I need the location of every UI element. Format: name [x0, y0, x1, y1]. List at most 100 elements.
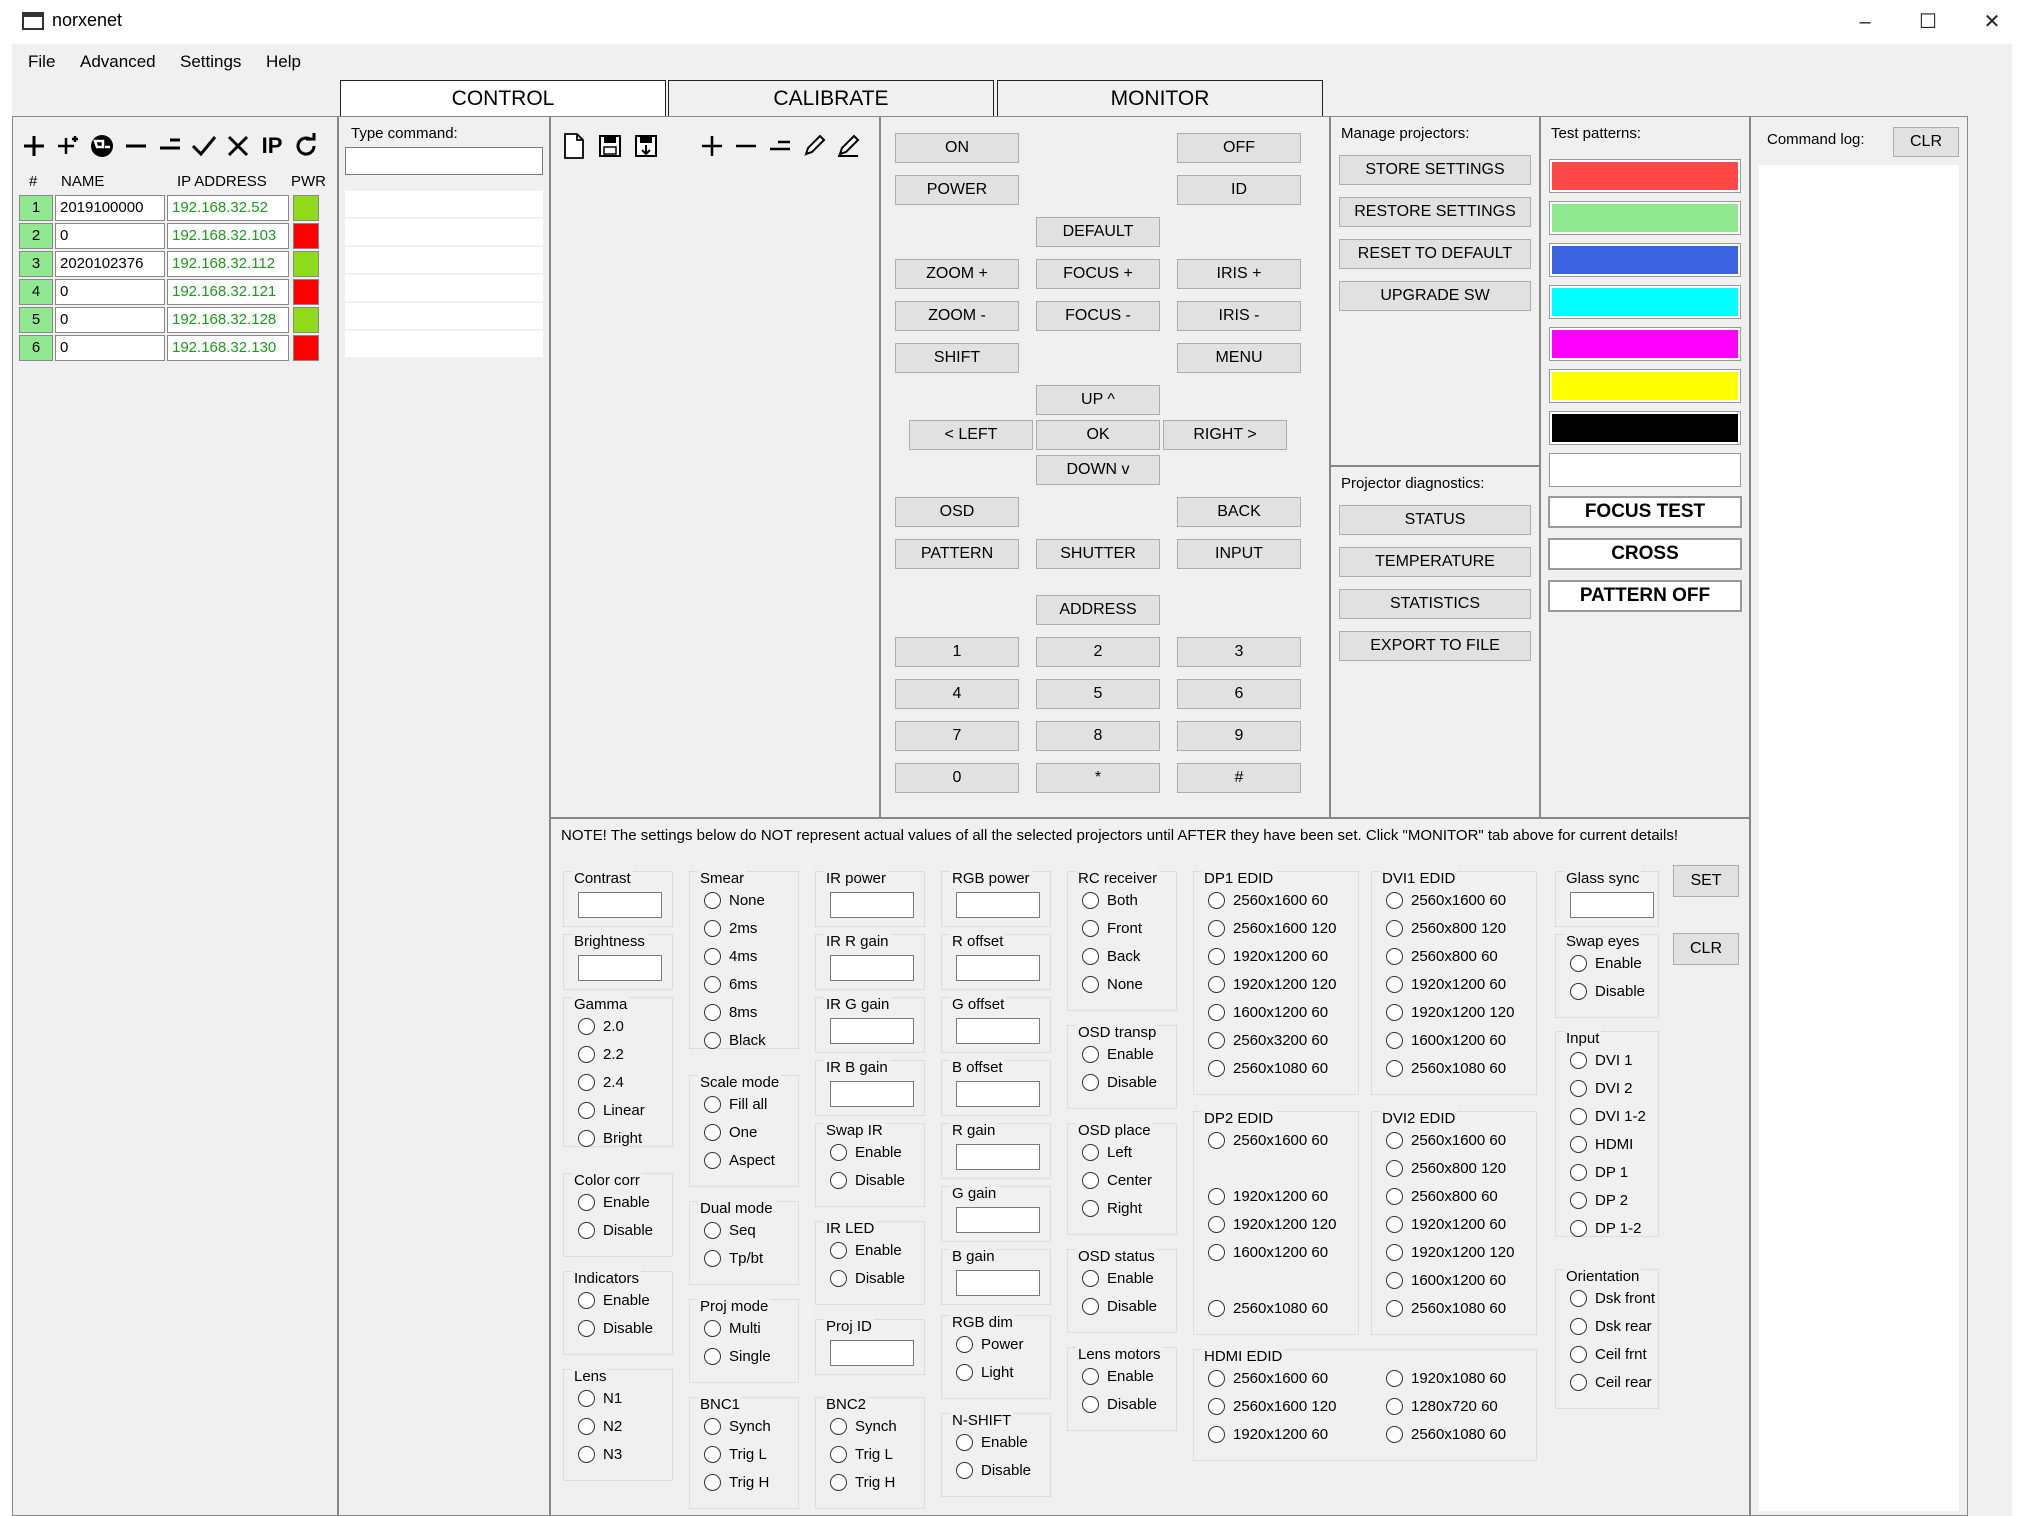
osd-transp-option[interactable]: Enable — [1082, 1046, 1154, 1063]
input-option[interactable]: DP 1 — [1570, 1164, 1628, 1181]
remove-icon[interactable] — [121, 131, 151, 161]
dvi2-edid-option[interactable]: 1920x1200 120 — [1386, 1244, 1514, 1261]
maximize-button[interactable]: ☐ — [1898, 6, 1958, 38]
export-to-file-button[interactable]: EXPORT TO FILE — [1339, 631, 1531, 661]
row-ip[interactable]: 192.168.32.121 — [167, 279, 289, 305]
input-option[interactable]: HDMI — [1570, 1136, 1633, 1153]
command-slot[interactable] — [345, 275, 543, 301]
scale-mode-option[interactable]: Aspect — [704, 1152, 775, 1169]
menu-help[interactable]: Help — [266, 52, 301, 72]
row-name[interactable]: 2019100000 — [55, 195, 165, 221]
input-button[interactable]: INPUT — [1177, 539, 1301, 569]
lens-option[interactable]: N3 — [578, 1446, 622, 1463]
orientation-option[interactable]: Ceil rear — [1570, 1374, 1652, 1391]
menu-settings[interactable]: Settings — [180, 52, 241, 72]
reset-to-default-button[interactable]: RESET TO DEFAULT — [1339, 239, 1531, 269]
smear-option[interactable]: 6ms — [704, 976, 757, 993]
bnc2-option[interactable]: Trig H — [830, 1474, 895, 1491]
hdmi-edid-option[interactable]: 2560x1080 60 — [1386, 1426, 1506, 1443]
tab-monitor[interactable]: MONITOR — [997, 80, 1323, 116]
menu-file[interactable]: File — [28, 52, 55, 72]
gamma-option[interactable]: 2.2 — [578, 1046, 624, 1063]
iris-minus-button[interactable]: IRIS - — [1177, 301, 1301, 331]
tab-calibrate[interactable]: CALIBRATE — [668, 80, 994, 116]
green-pattern-swatch[interactable] — [1549, 201, 1741, 235]
n-shift-option[interactable]: Enable — [956, 1434, 1028, 1451]
rgb-power-input[interactable] — [956, 892, 1040, 918]
zoom-plus-button[interactable]: ZOOM + — [895, 259, 1019, 289]
dvi2-edid-option[interactable]: 2560x1080 60 — [1386, 1300, 1506, 1317]
dp2-edid-option[interactable]: 2560x1600 60 — [1208, 1132, 1328, 1149]
yellow-pattern-swatch[interactable] — [1549, 369, 1741, 403]
off-button[interactable]: OFF — [1177, 133, 1301, 163]
command-slot[interactable] — [345, 303, 543, 329]
remove-icon[interactable] — [731, 131, 761, 161]
ok-button[interactable]: OK — [1036, 420, 1160, 450]
b-offset-input[interactable] — [956, 1081, 1040, 1107]
statistics-button[interactable]: STATISTICS — [1339, 589, 1531, 619]
hdmi-edid-option[interactable]: 2560x1600 120 — [1208, 1398, 1336, 1415]
menu-button[interactable]: MENU — [1177, 343, 1301, 373]
row-ip[interactable]: 192.168.32.128 — [167, 307, 289, 333]
magenta-pattern-swatch[interactable] — [1549, 327, 1741, 361]
rgb-dim-option[interactable]: Light — [956, 1364, 1014, 1381]
minimize-button[interactable]: – — [1835, 6, 1895, 38]
g-offset-input[interactable] — [956, 1018, 1040, 1044]
dvi2-edid-option[interactable]: 2560x1600 60 — [1386, 1132, 1506, 1149]
cross-icon[interactable] — [223, 131, 253, 161]
add-multiple-icon[interactable] — [53, 131, 83, 161]
proj-id-input[interactable] — [830, 1340, 914, 1366]
status-button[interactable]: STATUS — [1339, 505, 1531, 535]
store-settings-button[interactable]: STORE SETTINGS — [1339, 155, 1531, 185]
dvi2-edid-option[interactable]: 1920x1200 60 — [1386, 1216, 1506, 1233]
new-file-icon[interactable] — [559, 131, 589, 161]
up-button[interactable]: UP ^ — [1036, 385, 1160, 415]
rc-receiver-option[interactable]: Both — [1082, 892, 1138, 909]
blue-pattern-swatch[interactable] — [1549, 243, 1741, 277]
cross-button[interactable]: CROSS — [1548, 538, 1742, 570]
key-4-button[interactable]: 4 — [895, 679, 1019, 709]
b-gain-input[interactable] — [956, 1270, 1040, 1296]
on-button[interactable]: ON — [895, 133, 1019, 163]
input-option[interactable]: DP 2 — [1570, 1192, 1628, 1209]
temperature-button[interactable]: TEMPERATURE — [1339, 547, 1531, 577]
ir-power-input[interactable] — [830, 892, 914, 918]
down-button[interactable]: DOWN v — [1036, 455, 1160, 485]
focus-minus-button[interactable]: FOCUS - — [1036, 301, 1160, 331]
hdmi-edid-option[interactable]: 2560x1600 60 — [1208, 1370, 1328, 1387]
command-slot[interactable] — [345, 331, 543, 357]
bnc2-option[interactable]: Trig L — [830, 1446, 893, 1463]
refresh-icon[interactable] — [291, 131, 321, 161]
ir-led-option[interactable]: Disable — [830, 1270, 905, 1287]
ip-icon[interactable]: IP — [257, 131, 287, 161]
command-log-area[interactable] — [1759, 165, 1959, 1511]
dp2-edid-option[interactable]: 2560x1080 60 — [1208, 1300, 1328, 1317]
pencil-icon[interactable] — [799, 131, 829, 161]
hdmi-edid-option[interactable]: 1280x720 60 — [1386, 1398, 1498, 1415]
command-slot[interactable] — [345, 219, 543, 245]
gamma-option[interactable]: 2.0 — [578, 1018, 624, 1035]
default-button[interactable]: DEFAULT — [1036, 217, 1160, 247]
ir-b-gain-input[interactable] — [830, 1081, 914, 1107]
dp2-edid-option[interactable]: 1920x1200 120 — [1208, 1216, 1336, 1233]
red-pattern-swatch[interactable] — [1549, 159, 1741, 193]
dp1-edid-option[interactable]: 1600x1200 60 — [1208, 1004, 1328, 1021]
row-ip[interactable]: 192.168.32.112 — [167, 251, 289, 277]
row-name[interactable]: 0 — [55, 307, 165, 333]
orientation-option[interactable]: Ceil frnt — [1570, 1346, 1647, 1363]
back-button[interactable]: BACK — [1177, 497, 1301, 527]
command-slot[interactable] — [345, 191, 543, 217]
dp1-edid-option[interactable]: 2560x1080 60 — [1208, 1060, 1328, 1077]
osd-place-option[interactable]: Left — [1082, 1144, 1132, 1161]
rc-receiver-option[interactable]: Back — [1082, 948, 1140, 965]
dvi1-edid-option[interactable]: 2560x800 60 — [1386, 948, 1498, 965]
dual-mode-option[interactable]: Tp/bt — [704, 1250, 763, 1267]
indicators-option[interactable]: Enable — [578, 1292, 650, 1309]
lens-motors-option[interactable]: Enable — [1082, 1368, 1154, 1385]
key-7-button[interactable]: 7 — [895, 721, 1019, 751]
rc-receiver-option[interactable]: None — [1082, 976, 1143, 993]
osd-status-option[interactable]: Enable — [1082, 1270, 1154, 1287]
osd-button[interactable]: OSD — [895, 497, 1019, 527]
row-name[interactable]: 2020102376 — [55, 251, 165, 277]
focus-test-button[interactable]: FOCUS TEST — [1548, 496, 1742, 528]
